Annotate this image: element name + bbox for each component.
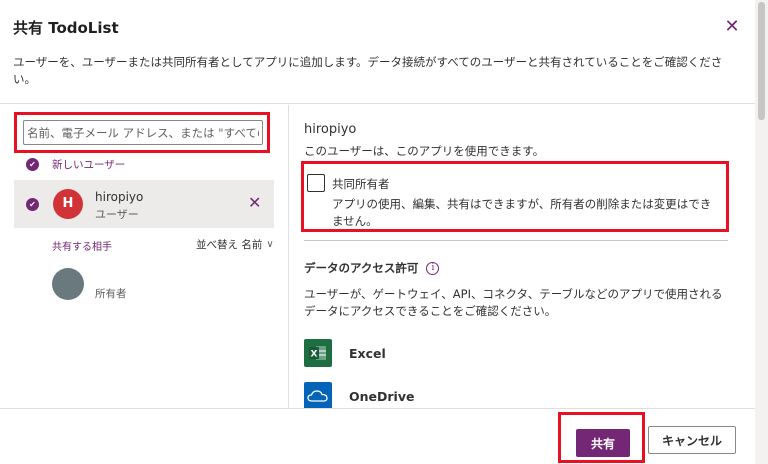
share-button[interactable]: 共有: [576, 429, 630, 457]
remove-user-icon[interactable]: ✕: [248, 193, 261, 212]
owner-label: 所有者: [95, 288, 127, 300]
checkmark-icon: ✔: [26, 198, 39, 211]
user-name: hiropiyo: [95, 190, 144, 204]
sort-dropdown[interactable]: 並べ替え 名前 ∨: [196, 237, 274, 252]
divider: [304, 240, 728, 241]
user-panel: ✔ 新しいユーザー ✔ H hiropiyo ユーザー ✕ 共有する相手 並べ替…: [0, 105, 289, 408]
search-input[interactable]: [23, 120, 263, 145]
permission-text: このユーザーは、このアプリを使用できます。: [304, 144, 545, 158]
connection-name: OneDrive: [349, 388, 415, 404]
checkmark-icon: ✔: [26, 157, 39, 171]
share-dialog: 共有 TodoList ✕ ユーザーを、ユーザーまたは共同所有者としてアプリに追…: [0, 0, 768, 464]
svg-text:X: X: [311, 350, 318, 360]
selected-user-row[interactable]: ✔ H hiropiyo ユーザー ✕: [14, 180, 274, 228]
connection-onedrive: OneDrive: [304, 382, 414, 408]
dialog-header: 共有 TodoList ✕ ユーザーを、ユーザーまたは共同所有者としてアプリに追…: [0, 0, 755, 104]
shared-with-label: 共有する相手: [52, 242, 112, 253]
coowner-description: アプリの使用、編集、共有はできますが、所有者の削除または変更はできません。: [332, 197, 712, 228]
connection-excel: X Excel: [304, 339, 386, 367]
data-access-label: データのアクセス許可: [304, 261, 419, 275]
share-highlight: 共有: [558, 412, 645, 463]
coowner-highlight: 共同所有者 アプリの使用、編集、共有はできますが、所有者の削除または変更はできま…: [301, 161, 729, 232]
details-panel: hiropiyo このユーザーは、このアプリを使用できます。 共同所有者 アプリ…: [290, 105, 755, 408]
new-user-label: 新しいユーザー: [52, 158, 126, 171]
connection-name: Excel: [349, 345, 386, 361]
excel-icon: X: [304, 339, 332, 367]
search-highlight: [14, 112, 270, 153]
user-role: ユーザー: [95, 208, 139, 221]
dialog-footer: 共有 キャンセル: [0, 408, 755, 464]
chevron-down-icon: ∨: [266, 239, 274, 250]
onedrive-icon: [304, 382, 332, 408]
sort-label: 並べ替え 名前: [196, 239, 263, 251]
scrollbar[interactable]: [755, 0, 768, 464]
new-user-item[interactable]: ✔ 新しいユーザー: [26, 156, 125, 172]
coowner-checkbox[interactable]: [307, 174, 325, 192]
dialog-description: ユーザーを、ユーザーまたは共同所有者としてアプリに追加します。データ接続がすべて…: [13, 55, 723, 86]
dialog-title: 共有 TodoList: [13, 19, 119, 37]
avatar: H: [53, 189, 83, 219]
owner-avatar: [52, 268, 84, 300]
data-access-title: データのアクセス許可 i: [304, 260, 440, 276]
coowner-title: 共同所有者: [332, 177, 390, 191]
scroll-thumb[interactable]: [758, 2, 765, 120]
selected-user-name: hiropiyo: [304, 122, 357, 137]
data-access-description: ユーザーが、ゲートウェイ、API、コネクタ、テーブルなどのアプリで使用されるデー…: [304, 287, 723, 318]
close-icon[interactable]: ✕: [722, 17, 742, 37]
info-icon[interactable]: i: [426, 261, 440, 275]
cancel-button[interactable]: キャンセル: [648, 426, 736, 454]
